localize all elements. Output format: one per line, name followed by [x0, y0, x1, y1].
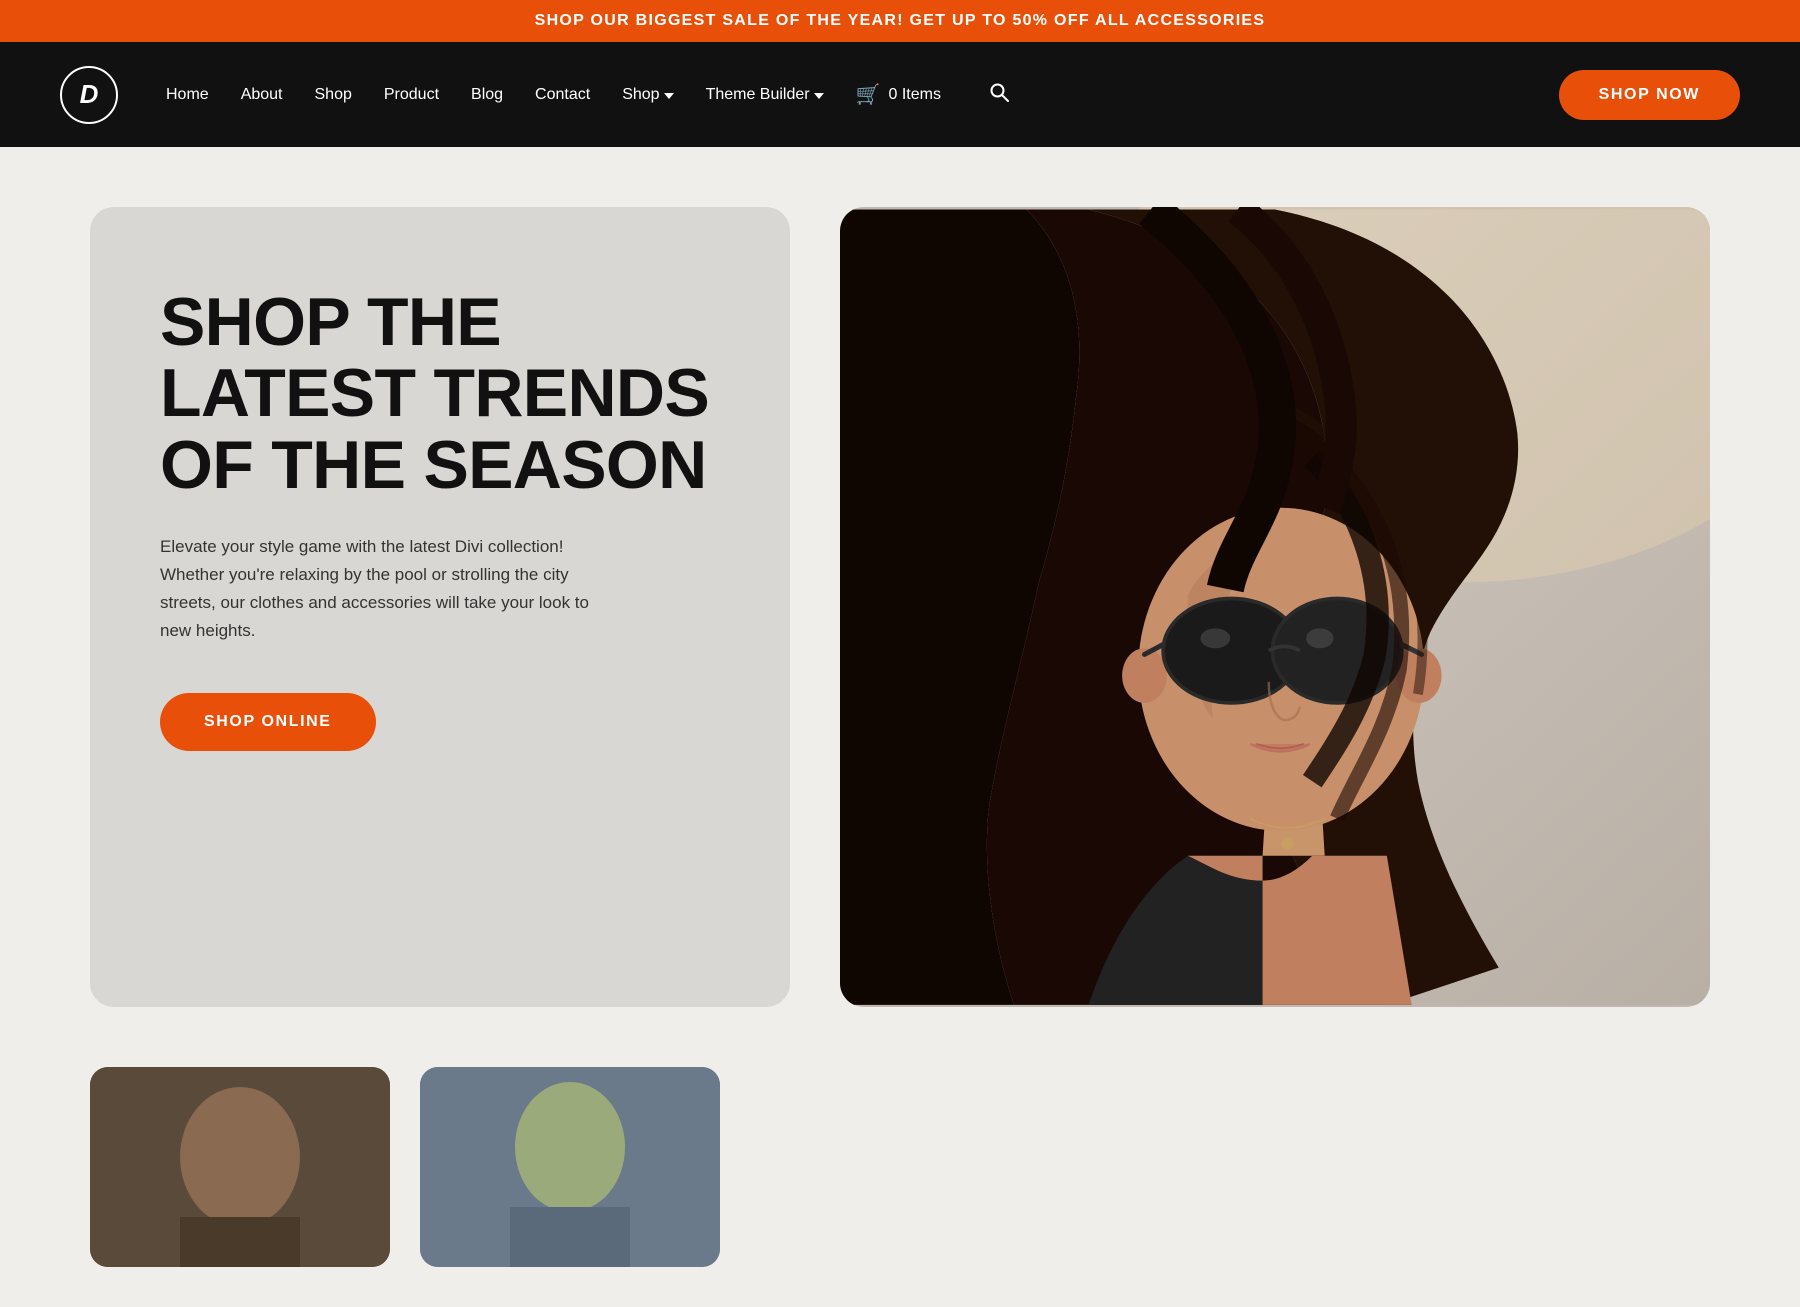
thumbnails-row [0, 1067, 1800, 1307]
nav-link-contact[interactable]: Contact [535, 86, 590, 103]
nav-item-shop-dropdown[interactable]: Shop [622, 86, 673, 104]
nav-item-theme-builder[interactable]: Theme Builder [706, 86, 824, 104]
nav-links: Home About Shop Product Blog Contact Sho… [166, 82, 1009, 108]
shop-now-button[interactable]: SHOP NOW [1559, 70, 1740, 120]
nav-link-theme-builder[interactable]: Theme Builder [706, 86, 810, 104]
navbar-left: D Home About Shop Product Blog Contact [60, 66, 1009, 124]
nav-link-about[interactable]: About [241, 86, 283, 103]
cart-icon: 🛒 [856, 82, 881, 107]
chevron-down-icon-2 [814, 93, 824, 99]
nav-item-contact[interactable]: Contact [535, 86, 590, 104]
hero-photo-svg [840, 207, 1710, 1007]
nav-link-shop[interactable]: Shop [315, 86, 352, 103]
hero-card: SHOP THE LATEST TRENDS OF THE SEASON Ele… [90, 207, 790, 1007]
cart-label: 0 Items [889, 86, 941, 104]
shop-online-button[interactable]: SHOP ONLINE [160, 693, 376, 751]
main-content: SHOP THE LATEST TRENDS OF THE SEASON Ele… [0, 147, 1800, 1067]
thumbnail-card-1[interactable] [90, 1067, 390, 1267]
nav-link-home[interactable]: Home [166, 86, 209, 103]
nav-link-product[interactable]: Product [384, 86, 439, 103]
nav-item-about[interactable]: About [241, 86, 283, 104]
navbar: D Home About Shop Product Blog Contact [0, 42, 1800, 147]
announcement-text: SHOP OUR BIGGEST SALE OF THE YEAR! GET U… [535, 12, 1266, 29]
nav-item-blog[interactable]: Blog [471, 86, 503, 104]
thumbnail-card-2[interactable] [420, 1067, 720, 1267]
announcement-bar: SHOP OUR BIGGEST SALE OF THE YEAR! GET U… [0, 0, 1800, 42]
logo[interactable]: D [60, 66, 118, 124]
search-icon [989, 82, 1009, 102]
nav-link-blog[interactable]: Blog [471, 86, 503, 103]
nav-item-search[interactable] [973, 82, 1009, 108]
hero-image [840, 207, 1710, 1007]
search-button[interactable] [989, 82, 1009, 108]
nav-item-product[interactable]: Product [384, 86, 439, 104]
hero-description: Elevate your style game with the latest … [160, 533, 620, 645]
nav-item-cart[interactable]: 🛒 0 Items [856, 82, 941, 107]
chevron-down-icon [664, 93, 674, 99]
hero-title: SHOP THE LATEST TRENDS OF THE SEASON [160, 287, 720, 501]
logo-letter: D [80, 79, 99, 110]
nav-link-shop-dropdown[interactable]: Shop [622, 86, 659, 104]
nav-item-home[interactable]: Home [166, 86, 209, 104]
nav-item-shop[interactable]: Shop [315, 86, 352, 104]
